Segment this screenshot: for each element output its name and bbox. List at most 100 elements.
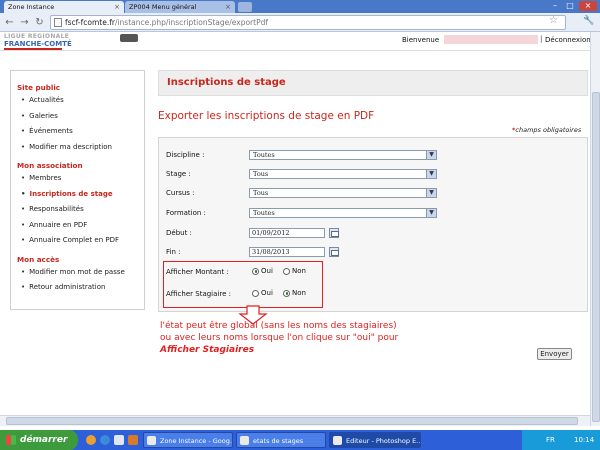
cursus-select[interactable]: Tous ▼ — [249, 188, 437, 198]
stage-select[interactable]: Tous ▼ — [249, 169, 437, 179]
scroll-thumb[interactable] — [6, 417, 578, 425]
tab-zone-instance[interactable]: Zone Instance × — [4, 1, 124, 13]
debut-date-input[interactable]: 01/09/2012 — [249, 228, 325, 238]
desktop-quicklaunch-icon[interactable] — [114, 435, 124, 445]
nav-section-title: Site public — [17, 83, 61, 92]
stagiaire-oui-label: Oui — [261, 289, 273, 297]
montant-non-option[interactable]: Non — [283, 267, 306, 275]
discipline-value: Toutes — [253, 151, 275, 159]
taskbar-task-zone-instance[interactable]: Zone Instance - Goog... — [143, 432, 233, 448]
chevron-down-icon[interactable]: ▼ — [426, 151, 436, 159]
header-divider — [0, 50, 600, 51]
required-text: champs obligatoires — [515, 126, 582, 134]
taskbar-task-etats[interactable]: etats de stages — [236, 432, 326, 448]
browser-toolbar: ← → ↻ fscf-fcomte.fr/instance.php/inscri… — [0, 13, 600, 32]
maximize-icon[interactable]: □ — [563, 1, 577, 11]
back-arrow-icon[interactable]: ← — [3, 16, 16, 29]
stagiaire-non-option[interactable]: Non — [283, 289, 306, 297]
nav-item-modifier-description[interactable]: Modifier ma description — [21, 143, 144, 151]
logout-link[interactable]: Déconnexion — [545, 36, 591, 44]
chrome-quicklaunch-icon[interactable] — [86, 435, 96, 445]
nav-item-galeries[interactable]: Galeries — [21, 112, 144, 120]
screen: Zone Instance × ZP004 Menu général × – □… — [0, 0, 600, 450]
taskbar-task-photoshop[interactable]: Editeur - Photoshop E... — [329, 432, 421, 448]
radio-selected-icon[interactable] — [283, 289, 290, 297]
close-window-icon[interactable]: × — [579, 1, 597, 11]
discipline-label: Discipline : — [166, 151, 205, 159]
nav-section-title: Mon accès — [17, 254, 60, 264]
redacted-username — [444, 35, 538, 44]
horizontal-scrollbar[interactable] — [0, 415, 590, 426]
welcome-text: Bienvenue — [402, 36, 440, 44]
annotation-text: l'état peut être global (sans les noms d… — [160, 321, 399, 343]
ie-quicklaunch-icon[interactable] — [100, 435, 110, 445]
discipline-select[interactable]: Toutes ▼ — [249, 150, 437, 160]
montant-oui-option[interactable]: Oui — [252, 267, 273, 275]
new-tab-button[interactable] — [238, 2, 252, 12]
formation-value: Toutes — [253, 209, 275, 217]
nav-item-mot-de-passe[interactable]: Modifier mon mot de passe — [21, 268, 144, 276]
chevron-down-icon[interactable]: ▼ — [426, 209, 436, 217]
sidebar: Site public Actualités Galeries Événemen… — [10, 70, 145, 310]
address-bar[interactable]: fscf-fcomte.fr/instance.php/inscriptionS… — [50, 15, 566, 30]
system-tray: FR 10:14 — [522, 430, 600, 450]
stage-value: Tous — [253, 170, 269, 178]
submit-button[interactable]: Envoyer — [537, 348, 572, 360]
montant-non-label: Non — [292, 267, 306, 275]
clock: 10:14 — [574, 436, 595, 444]
nav-item-evenements[interactable]: Événements — [21, 127, 144, 135]
chevron-down-icon[interactable]: ▼ — [426, 170, 436, 178]
app-quicklaunch-icon[interactable] — [128, 435, 138, 445]
chevron-down-icon[interactable]: ▼ — [426, 189, 436, 197]
fin-date-input[interactable]: 31/08/2013 — [249, 247, 325, 257]
start-button[interactable]: démarrer — [0, 430, 78, 450]
vertical-scrollbar[interactable] — [590, 32, 600, 426]
scroll-thumb[interactable] — [592, 92, 600, 422]
stage-label: Stage : — [166, 170, 191, 178]
close-tab-icon[interactable]: × — [114, 3, 120, 11]
nav-item-actualites[interactable]: Actualités — [21, 96, 144, 104]
logo-line1: LIGUE REGIONALE — [4, 33, 70, 40]
annotation-note: l'état peut être global (sans les noms d… — [160, 320, 400, 356]
language-indicator[interactable]: FR — [546, 430, 555, 450]
minimize-icon[interactable]: – — [548, 1, 562, 11]
nav-item-annuaire-pdf[interactable]: Annuaire en PDF — [21, 221, 144, 229]
page-title: Inscriptions de stage — [158, 70, 588, 96]
afficher-montant-label: Afficher Montant : — [166, 268, 229, 276]
montant-oui-label: Oui — [261, 267, 273, 275]
header-logo-icon — [120, 34, 138, 42]
logo-line2[interactable]: FRANCHE-COMTÉ — [4, 40, 72, 48]
nav-item-membres[interactable]: Membres — [21, 174, 144, 182]
cursus-label: Cursus : — [166, 189, 195, 197]
nav-item-retour-admin[interactable]: Retour administration — [21, 283, 144, 291]
bookmark-star-icon[interactable]: ☆ — [549, 15, 558, 26]
cursus-value: Tous — [253, 189, 269, 197]
nav-item-annuaire-complet-pdf[interactable]: Annuaire Complet en PDF — [21, 236, 144, 244]
afficher-stagiaire-label: Afficher Stagiaire : — [166, 290, 231, 298]
wrench-icon[interactable]: 🔧 — [583, 16, 594, 26]
nav-item-inscriptions-stage[interactable]: Inscriptions de stage — [21, 190, 144, 198]
annotation-emphasis: Afficher Stagiaires — [160, 345, 255, 355]
nav-section-title: Mon association — [17, 161, 83, 170]
formation-label: Formation : — [166, 209, 206, 217]
tab-label: Zone Instance — [8, 3, 55, 11]
radio-unselected-icon[interactable] — [283, 267, 290, 275]
formation-select[interactable]: Toutes ▼ — [249, 208, 437, 218]
stagiaire-oui-option[interactable]: Oui — [252, 289, 273, 297]
calendar-icon[interactable] — [329, 247, 339, 257]
close-tab-icon[interactable]: × — [225, 3, 231, 11]
url-path: /instance.php/inscriptionStage/exportPdf — [114, 18, 269, 27]
tab-zp004-menu[interactable]: ZP004 Menu général × — [125, 1, 235, 13]
header-separator: | — [540, 35, 543, 43]
browser-tab-strip: Zone Instance × ZP004 Menu général × – □… — [0, 0, 600, 13]
forward-arrow-icon[interactable]: → — [18, 16, 31, 29]
page-icon — [54, 18, 62, 27]
url-host: fscf-fcomte.fr — [65, 18, 115, 27]
radio-selected-icon[interactable] — [252, 267, 259, 275]
debut-label: Début : — [166, 229, 192, 237]
radio-unselected-icon[interactable] — [252, 289, 259, 297]
reload-icon[interactable]: ↻ — [33, 16, 46, 29]
nav-item-responsabilites[interactable]: Responsabilités — [21, 205, 144, 213]
tab-label: ZP004 Menu général — [129, 3, 197, 11]
calendar-icon[interactable] — [329, 228, 339, 238]
